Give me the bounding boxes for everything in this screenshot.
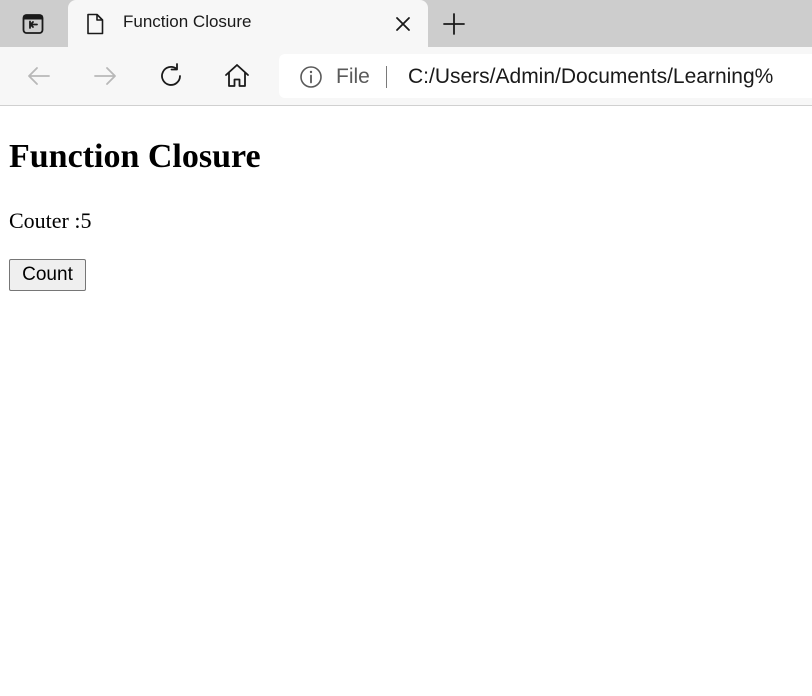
address-url[interactable]: C:/Users/Admin/Documents/Learning%	[408, 65, 773, 89]
tab-strip: Function Closure	[0, 0, 812, 47]
page-content: Function Closure Couter :5 Count	[0, 106, 812, 696]
info-icon[interactable]	[299, 65, 323, 89]
counter-text: Couter :5	[9, 208, 92, 233]
page-title: Function Closure	[9, 138, 261, 175]
page-icon	[87, 13, 104, 35]
tab-actions-icon	[22, 13, 44, 34]
plus-icon[interactable]	[440, 10, 468, 38]
address-bar[interactable]: File C:/Users/Admin/Documents/Learning%	[279, 54, 812, 98]
tab-title: Function Closure	[123, 12, 252, 31]
refresh-icon[interactable]	[156, 61, 186, 91]
active-tab[interactable]: Function Closure	[68, 0, 428, 47]
count-button[interactable]: Count	[9, 259, 86, 291]
back-arrow-icon[interactable]	[24, 61, 54, 91]
browser-window: Function Closure File C:/Users/Admin/Doc…	[0, 0, 812, 696]
address-scheme: File	[336, 65, 370, 88]
close-icon[interactable]	[392, 13, 414, 35]
address-divider	[386, 66, 387, 88]
forward-arrow-icon[interactable]	[90, 61, 120, 91]
browser-toolbar: File C:/Users/Admin/Documents/Learning%	[0, 47, 812, 106]
home-icon[interactable]	[222, 61, 252, 91]
tab-actions-button[interactable]	[0, 0, 66, 47]
